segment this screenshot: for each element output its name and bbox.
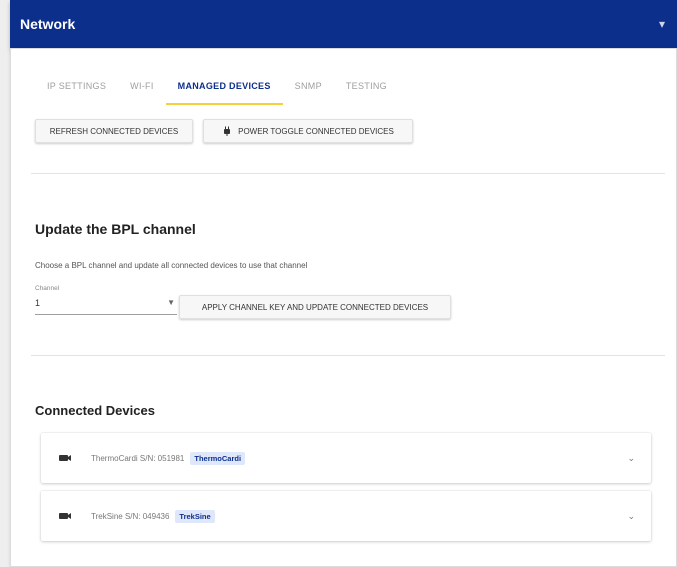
tab-managed-devices[interactable]: Managed Devices (165, 73, 283, 105)
device-row[interactable]: TrekSine S/N: 049436 TrekSine ⌄ (41, 491, 651, 541)
apply-channel-button[interactable]: Apply channel key and update connected d… (179, 295, 451, 319)
app-header: Network ▾ (10, 0, 677, 48)
refresh-devices-label: Refresh Connected Devices (49, 126, 179, 136)
bpl-section-title: Update the BPL channel (35, 221, 196, 237)
power-toggle-button[interactable]: Power Toggle Connected Devices (203, 119, 413, 143)
tab-wifi[interactable]: Wi-Fi (118, 73, 166, 105)
channel-label: Channel (35, 285, 60, 292)
power-toggle-label: Power Toggle Connected Devices (238, 126, 394, 136)
chevron-down-icon[interactable]: ⌄ (627, 511, 635, 522)
section-divider (31, 173, 665, 174)
tab-snmp[interactable]: SNMP (283, 73, 334, 105)
refresh-devices-button[interactable]: Refresh Connected Devices (35, 119, 193, 143)
dropdown-arrow-icon[interactable]: ▼ (167, 298, 175, 307)
tab-ip-settings[interactable]: IP Settings (35, 73, 118, 105)
apply-channel-label: Apply channel key and update connected d… (201, 302, 429, 312)
device-icon (59, 513, 71, 519)
device-name: TrekSine S/N: 049436 (91, 511, 170, 521)
device-type-badge: ThermoCardi (190, 451, 246, 465)
device-row[interactable]: ThermoCardi S/N: 051981 ThermoCardi ⌄ (41, 433, 651, 483)
app-title: Network (20, 16, 76, 32)
power-plug-icon (224, 126, 231, 136)
device-name: ThermoCardi S/N: 051981 (91, 453, 185, 463)
tab-testing[interactable]: Testing (334, 73, 399, 105)
bpl-description: Choose a BPL channel and update all conn… (35, 261, 308, 270)
device-icon (59, 455, 71, 461)
section-divider (31, 355, 665, 356)
device-type-badge: TrekSine (175, 509, 215, 523)
tab-bar: IP Settings Wi-Fi Managed Devices SNMP T… (35, 73, 399, 105)
channel-value-field[interactable]: 1 ▼ (35, 295, 177, 315)
channel-value: 1 (35, 298, 41, 308)
managed-devices-card: IP Settings Wi-Fi Managed Devices SNMP T… (10, 48, 677, 567)
channel-select[interactable]: Channel 1 ▼ (35, 285, 177, 315)
chevron-down-icon[interactable]: ⌄ (627, 453, 635, 464)
header-corner-icon[interactable]: ▾ (659, 17, 665, 31)
connected-devices-title: Connected Devices (35, 403, 155, 418)
